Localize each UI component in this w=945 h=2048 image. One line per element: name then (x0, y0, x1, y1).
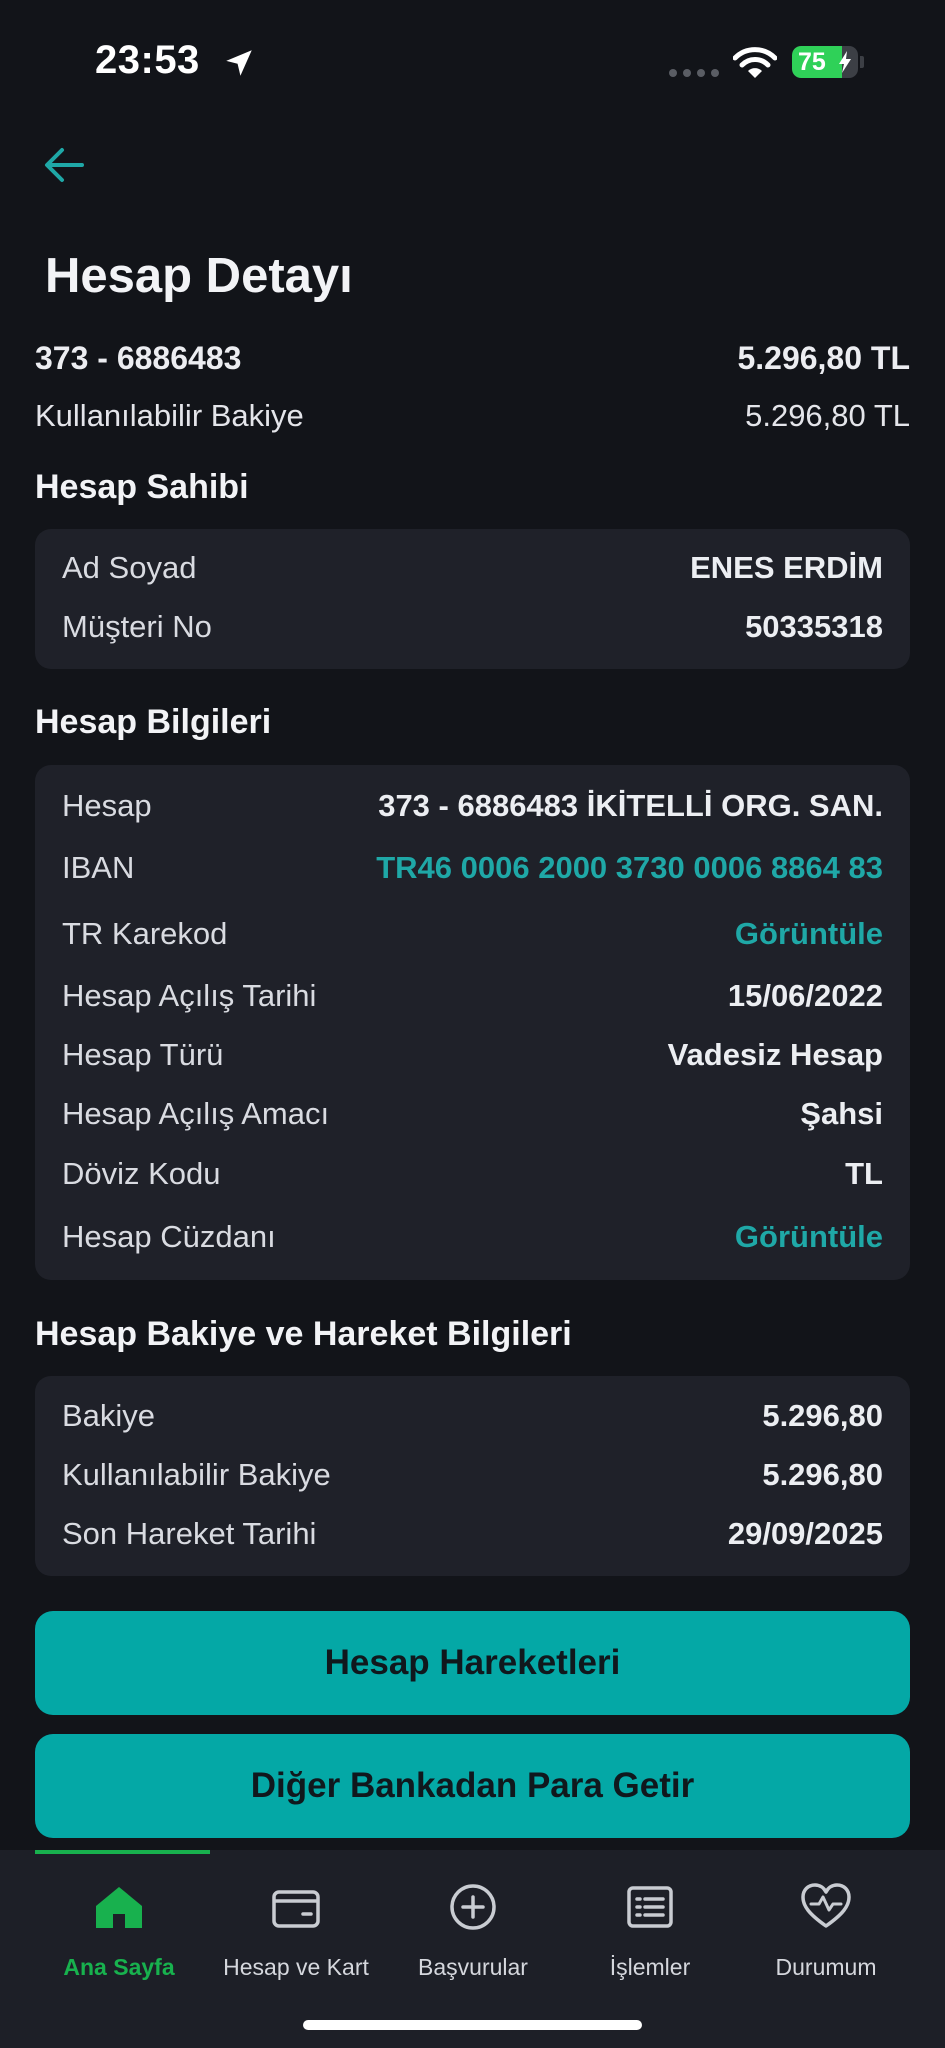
row-label: Hesap Açılış Tarihi (62, 978, 317, 1013)
active-tab-indicator (35, 1850, 210, 1854)
info-row-open-date: Hesap Açılış Tarihi 15/06/2022 (62, 974, 883, 1018)
info-row-qr: TR Karekod Görüntüle (62, 912, 883, 956)
row-value: Vadesiz Hesap (667, 1037, 883, 1072)
row-value: 15/06/2022 (727, 978, 883, 1013)
battery-percent: 75 (798, 48, 826, 76)
info-row-account: Hesap 373 - 6886483 İKİTELLİ ORG. SAN. (62, 784, 883, 828)
charging-bolt-icon (839, 51, 851, 73)
row-label: Hesap Açılış Amacı (62, 1096, 330, 1131)
wallet-view-link[interactable]: Görüntüle (735, 1219, 883, 1255)
owner-row-name: Ad Soyad ENES ERDİM (62, 546, 883, 590)
wallet-icon (272, 1890, 320, 1928)
movement-row-available: Kullanılabilir Bakiye 5.296,80 (62, 1453, 883, 1497)
row-value: Şahsi (800, 1096, 883, 1131)
row-value: 5.296,80 (762, 1398, 883, 1433)
tab-applications[interactable]: Başvurular (383, 1870, 563, 1990)
owner-row-customer-no: Müşteri No 50335318 (62, 605, 883, 649)
tab-label: Hesap ve Kart (223, 1954, 369, 1980)
row-label: Döviz Kodu (62, 1156, 221, 1191)
status-bar: 23:53 75 (0, 0, 945, 120)
movement-card: Bakiye 5.296,80 Kullanılabilir Bakiye 5.… (35, 1376, 910, 1576)
row-value: 50335318 (745, 609, 883, 644)
iban-value[interactable]: TR46 0006 2000 3730 0006 8864 83 (376, 850, 883, 886)
row-label: Müşteri No (62, 609, 212, 644)
tab-label: Ana Sayfa (63, 1954, 175, 1980)
available-balance-row: Kullanılabilir Bakiye 5.296,80 TL (35, 398, 910, 434)
row-value: ENES ERDİM (690, 550, 883, 585)
row-label: Kullanılabilir Bakiye (62, 1457, 331, 1492)
account-transactions-button[interactable]: Hesap Hareketleri (35, 1611, 910, 1715)
heart-pulse-icon (801, 1883, 851, 1928)
back-arrow-icon[interactable] (40, 140, 90, 190)
tab-accounts-cards[interactable]: Hesap ve Kart (206, 1870, 386, 1990)
row-label: Ad Soyad (62, 550, 197, 585)
location-arrow-icon (226, 50, 252, 76)
list-icon (627, 1886, 673, 1928)
info-row-currency: Döviz Kodu TL (62, 1152, 883, 1196)
movement-row-balance: Bakiye 5.296,80 (62, 1394, 883, 1438)
row-label: Hesap Cüzdanı (62, 1219, 276, 1254)
row-value: 373 - 6886483 İKİTELLİ ORG. SAN. (378, 788, 883, 823)
qr-view-link[interactable]: Görüntüle (735, 916, 883, 952)
info-card: Hesap 373 - 6886483 İKİTELLİ ORG. SAN. I… (35, 765, 910, 1280)
tab-status[interactable]: Durumum (736, 1870, 916, 1990)
tab-label: Durumum (775, 1954, 877, 1980)
row-label: Hesap (62, 788, 152, 823)
info-row-purpose: Hesap Açılış Amacı Şahsi (62, 1092, 883, 1136)
tab-label: İşlemler (609, 1954, 691, 1980)
row-label: IBAN (62, 850, 135, 885)
row-label: Hesap Türü (62, 1037, 224, 1072)
account-number: 373 - 6886483 (35, 340, 242, 376)
status-time: 23:53 (95, 38, 200, 82)
movement-row-last-date: Son Hareket Tarihi 29/09/2025 (62, 1512, 883, 1556)
battery-cap (860, 56, 864, 68)
row-label: TR Karekod (62, 916, 228, 951)
info-row-iban[interactable]: IBAN TR46 0006 2000 3730 0006 8864 83 (62, 846, 883, 890)
info-row-type: Hesap Türü Vadesiz Hesap (62, 1033, 883, 1077)
row-label: Bakiye (62, 1398, 156, 1433)
tab-label: Başvurular (418, 1954, 528, 1980)
row-value: 29/09/2025 (727, 1516, 883, 1551)
tab-transactions[interactable]: İşlemler (560, 1870, 740, 1990)
account-balance: 5.296,80 TL (737, 340, 910, 376)
wifi-icon (733, 47, 777, 78)
account-summary-row: 373 - 6886483 5.296,80 TL (35, 340, 910, 377)
available-balance-value: 5.296,80 TL (745, 398, 910, 433)
movement-section-title: Hesap Bakiye ve Hareket Bilgileri (35, 1315, 572, 1353)
info-row-wallet: Hesap Cüzdanı Görüntüle (62, 1215, 883, 1259)
row-label: Son Hareket Tarihi (62, 1516, 317, 1551)
bottom-tab-bar: Ana Sayfa Hesap ve Kart Başvurular İşlem… (0, 1850, 945, 2048)
owner-section-title: Hesap Sahibi (35, 468, 249, 506)
page-title: Hesap Detayı (45, 249, 353, 303)
battery-indicator: 75 (792, 46, 858, 78)
row-value: TL (845, 1156, 883, 1191)
owner-card: Ad Soyad ENES ERDİM Müşteri No 50335318 (35, 529, 910, 669)
other-bank-transfer-button[interactable]: Diğer Bankadan Para Getir (35, 1734, 910, 1838)
info-section-title: Hesap Bilgileri (35, 703, 272, 741)
home-icon (96, 1887, 142, 1928)
row-value: 5.296,80 (762, 1457, 883, 1492)
home-indicator (303, 2020, 642, 2030)
available-balance-label: Kullanılabilir Bakiye (35, 398, 304, 433)
tab-home[interactable]: Ana Sayfa (29, 1870, 209, 1990)
plus-circle-icon (450, 1884, 496, 1930)
signal-icon (669, 69, 719, 77)
